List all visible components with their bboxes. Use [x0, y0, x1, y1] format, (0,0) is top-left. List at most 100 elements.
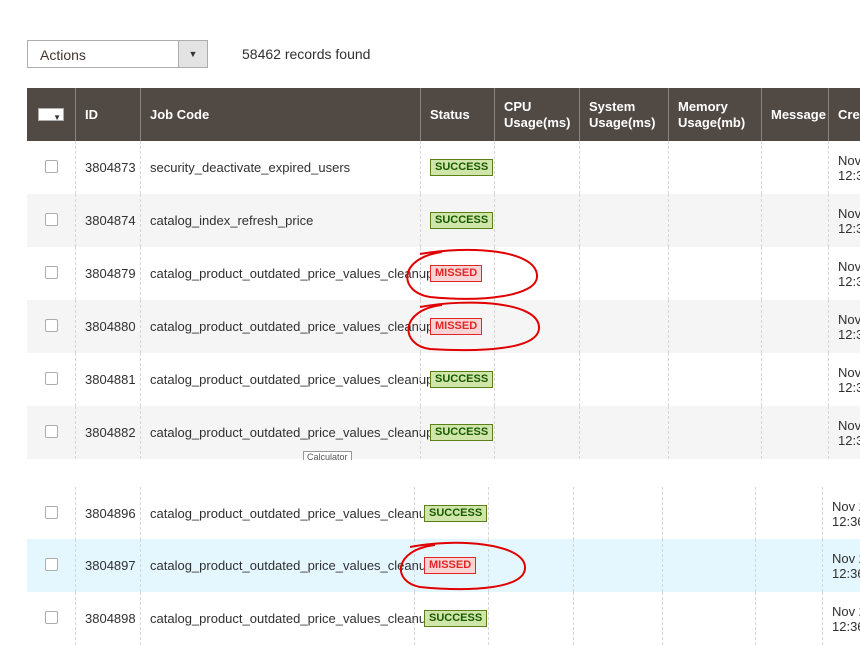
- row-system-usage: [579, 353, 668, 406]
- row-checkbox[interactable]: [45, 213, 58, 226]
- status-badge: MISSED: [424, 557, 477, 574]
- status-badge: SUCCESS: [424, 610, 488, 627]
- row-id: 3804898: [75, 592, 140, 645]
- row-memory-usage: [668, 406, 761, 459]
- grid-header: ▼ ID Job Code Status CPU Usage(ms) System…: [27, 88, 860, 141]
- row-job-code: catalog_product_outdated_price_values_cl…: [140, 487, 433, 540]
- row-id: 3804897: [75, 539, 140, 592]
- header-system-usage[interactable]: System Usage(ms): [579, 88, 668, 141]
- row-checkbox[interactable]: [45, 611, 58, 624]
- row-select-cell: [27, 592, 75, 645]
- table-row[interactable]: 3804873 security_deactivate_expired_users…: [27, 141, 860, 194]
- row-select-cell: [27, 300, 75, 353]
- table-row[interactable]: 3804896 catalog_product_outdated_price_va…: [27, 487, 860, 540]
- created-date: Nov: [838, 417, 860, 433]
- header-sys-line1: System: [589, 98, 636, 114]
- actions-dropdown[interactable]: Actions ▼: [27, 40, 208, 68]
- header-message[interactable]: Message: [761, 88, 828, 141]
- status-badge: MISSED: [430, 318, 483, 335]
- row-select-cell: [27, 487, 75, 540]
- row-status-cell: MISSED: [414, 539, 488, 592]
- row-created: Nov 12:3: [828, 406, 860, 459]
- row-message: [761, 194, 828, 247]
- header-cpu-line1: CPU: [504, 98, 532, 114]
- row-message: [755, 487, 822, 540]
- row-cpu-usage: [488, 487, 573, 540]
- row-created: Nov 12:3: [828, 141, 860, 194]
- row-memory-usage: [662, 592, 755, 645]
- chevron-down-icon[interactable]: ▼: [53, 110, 61, 126]
- header-mem-line2: Usage(mb): [678, 114, 746, 130]
- table-row[interactable]: 3804879 catalog_product_outdated_price_va…: [27, 247, 860, 300]
- row-status-cell: MISSED: [420, 247, 494, 300]
- created-date: Nov 2: [832, 550, 860, 566]
- created-time: 12:36: [832, 513, 860, 529]
- row-job-code: catalog_product_outdated_price_values_cl…: [140, 247, 433, 300]
- row-message: [761, 300, 828, 353]
- created-time: 12:3: [838, 167, 860, 183]
- row-memory-usage: [662, 539, 755, 592]
- header-memory-usage[interactable]: Memory Usage(mb): [668, 88, 761, 141]
- row-checkbox[interactable]: [45, 425, 58, 438]
- status-badge: MISSED: [430, 265, 483, 282]
- row-message: [761, 406, 828, 459]
- row-status-cell: SUCCESS: [420, 353, 494, 406]
- header-mass-select[interactable]: ▼: [27, 88, 82, 141]
- table-row[interactable]: 3804897 catalog_product_outdated_price_va…: [27, 539, 860, 592]
- row-select-cell: [27, 141, 75, 194]
- row-system-usage: [579, 194, 668, 247]
- row-created: Nov 12:3: [828, 353, 860, 406]
- row-checkbox[interactable]: [45, 558, 58, 571]
- table-row[interactable]: 3804880 catalog_product_outdated_price_va…: [27, 300, 860, 353]
- row-message: [761, 353, 828, 406]
- row-cpu-usage: [494, 247, 579, 300]
- row-status-cell: SUCCESS: [414, 592, 488, 645]
- row-id: 3804873: [75, 141, 140, 194]
- created-date: Nov: [838, 311, 860, 327]
- row-select-cell: [27, 406, 75, 459]
- row-memory-usage: [668, 300, 761, 353]
- row-checkbox[interactable]: [45, 372, 58, 385]
- row-checkbox[interactable]: [45, 160, 58, 173]
- row-created: Nov 212:36: [822, 592, 860, 645]
- header-id[interactable]: ID: [75, 88, 140, 141]
- row-id: 3804896: [75, 487, 140, 540]
- table-row[interactable]: 3804874 catalog_index_refresh_price SUCCES…: [27, 194, 860, 247]
- row-cpu-usage: [494, 300, 579, 353]
- table-row[interactable]: 3804881 catalog_product_outdated_price_va…: [27, 353, 860, 406]
- row-message: [761, 141, 828, 194]
- row-cpu-usage: [494, 406, 579, 459]
- row-checkbox[interactable]: [45, 266, 58, 279]
- row-system-usage: [573, 487, 662, 540]
- header-created[interactable]: Crea: [828, 88, 860, 141]
- created-date: Nov 2: [832, 603, 860, 619]
- row-job-code: catalog_product_outdated_price_values_cl…: [140, 300, 433, 353]
- table-row[interactable]: 3804882 catalog_product_outdated_price_va…: [27, 406, 860, 459]
- created-date: Nov: [838, 364, 860, 380]
- row-message: [755, 592, 822, 645]
- row-memory-usage: [662, 487, 755, 540]
- created-time: 12:3: [838, 273, 860, 289]
- created-time: 12:3: [838, 432, 860, 448]
- header-status[interactable]: Status: [420, 88, 494, 141]
- row-status-cell: SUCCESS: [420, 406, 494, 459]
- created-date: Nov 2: [832, 498, 860, 514]
- created-time: 12:36: [832, 565, 860, 581]
- row-memory-usage: [668, 353, 761, 406]
- chevron-down-icon[interactable]: ▼: [178, 41, 207, 67]
- mass-select-checkbox[interactable]: ▼: [38, 108, 64, 122]
- row-system-usage: [579, 247, 668, 300]
- row-select-cell: [27, 353, 75, 406]
- header-cpu-usage[interactable]: CPU Usage(ms): [494, 88, 579, 141]
- row-status-cell: SUCCESS: [414, 487, 488, 540]
- row-job-code: catalog_product_outdated_price_values_cl…: [140, 406, 433, 459]
- row-created: Nov 12:3: [828, 247, 860, 300]
- table-row[interactable]: 3804898 catalog_product_outdated_price_va…: [27, 592, 860, 645]
- row-job-code: catalog_index_refresh_price: [140, 194, 420, 247]
- header-job-code[interactable]: Job Code: [140, 88, 420, 141]
- row-memory-usage: [668, 247, 761, 300]
- row-select-cell: [27, 539, 75, 592]
- row-job-code: catalog_product_outdated_price_values_cl…: [140, 592, 433, 645]
- row-checkbox[interactable]: [45, 506, 58, 519]
- row-checkbox[interactable]: [45, 319, 58, 332]
